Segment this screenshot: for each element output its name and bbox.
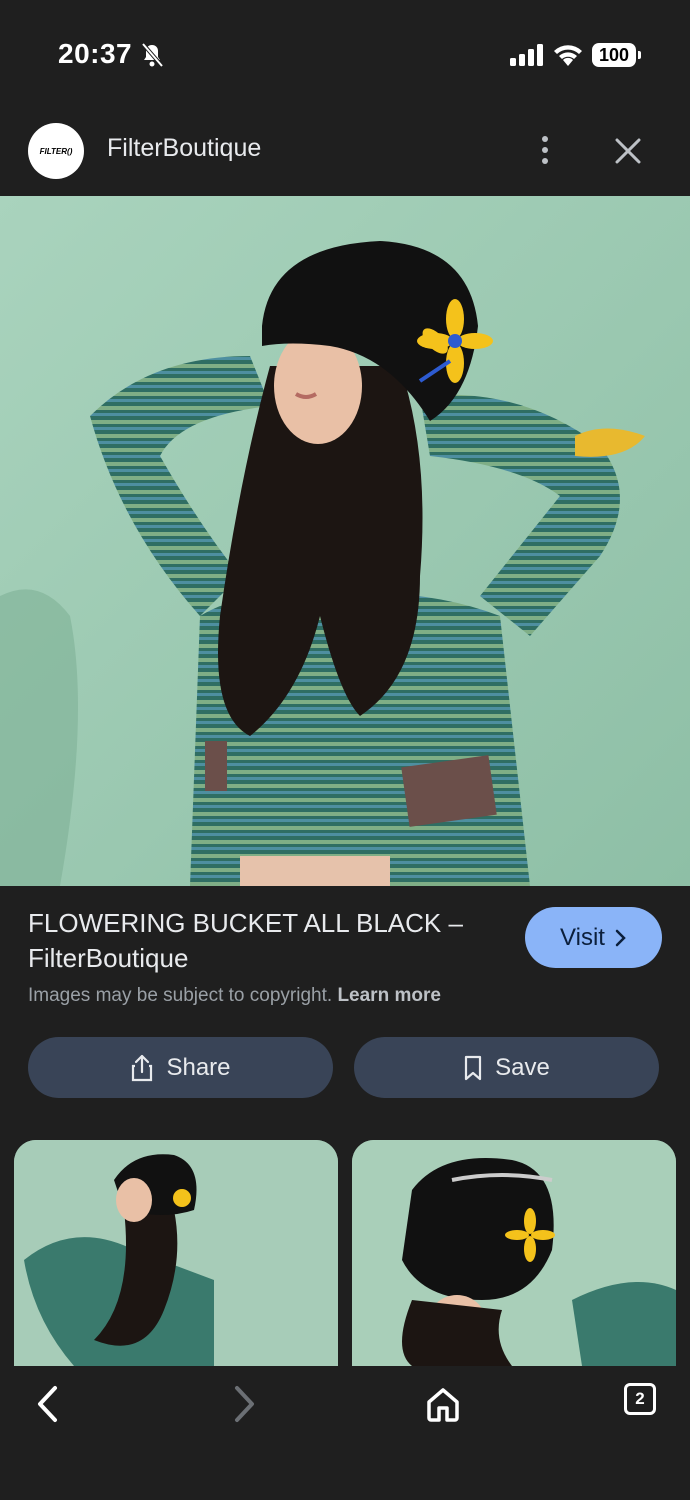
- visit-label: Visit: [560, 923, 605, 951]
- home-icon: [427, 1388, 459, 1422]
- more-options-icon[interactable]: [532, 132, 558, 168]
- save-label: Save: [495, 1053, 550, 1081]
- bottom-navigation: 2: [0, 1366, 690, 1500]
- related-image-thumbnail[interactable]: [352, 1140, 676, 1366]
- tab-switcher-button[interactable]: 2: [624, 1383, 656, 1415]
- save-button[interactable]: Save: [354, 1037, 659, 1098]
- cellular-signal-icon: [510, 44, 543, 66]
- status-bar: 20:37 100: [0, 0, 690, 110]
- chevron-right-icon: [615, 929, 626, 946]
- site-logo[interactable]: FILTER(): [28, 123, 84, 179]
- share-label: Share: [166, 1053, 231, 1081]
- image-viewer-header: FILTER() FilterBoutique: [0, 110, 690, 196]
- copyright-notice: Images may be subject to copyright. Lear…: [28, 985, 441, 1007]
- related-image-thumbnail[interactable]: [14, 1140, 338, 1366]
- copyright-text: Images may be subject to copyright.: [28, 985, 333, 1006]
- visit-button[interactable]: Visit: [525, 907, 662, 968]
- result-title: FLOWERING BUCKET ALL BLACK – FilterBouti…: [28, 908, 463, 973]
- share-button[interactable]: Share: [28, 1037, 333, 1098]
- status-time: 20:37: [58, 38, 133, 69]
- back-button[interactable]: [24, 1384, 72, 1424]
- main-product-image[interactable]: [0, 196, 690, 886]
- close-icon[interactable]: [610, 133, 646, 169]
- battery-indicator: 100: [592, 43, 641, 67]
- chevron-right-icon: [235, 1386, 254, 1422]
- bell-muted-icon: [141, 42, 164, 68]
- forward-button[interactable]: [220, 1384, 268, 1424]
- wifi-icon: [554, 45, 582, 66]
- share-icon: [132, 1054, 153, 1081]
- learn-more-link[interactable]: Learn more: [337, 985, 440, 1006]
- site-name[interactable]: FilterBoutique: [107, 134, 261, 163]
- home-button[interactable]: [419, 1384, 467, 1424]
- chevron-left-icon: [38, 1386, 57, 1422]
- bookmark-icon: [465, 1055, 482, 1080]
